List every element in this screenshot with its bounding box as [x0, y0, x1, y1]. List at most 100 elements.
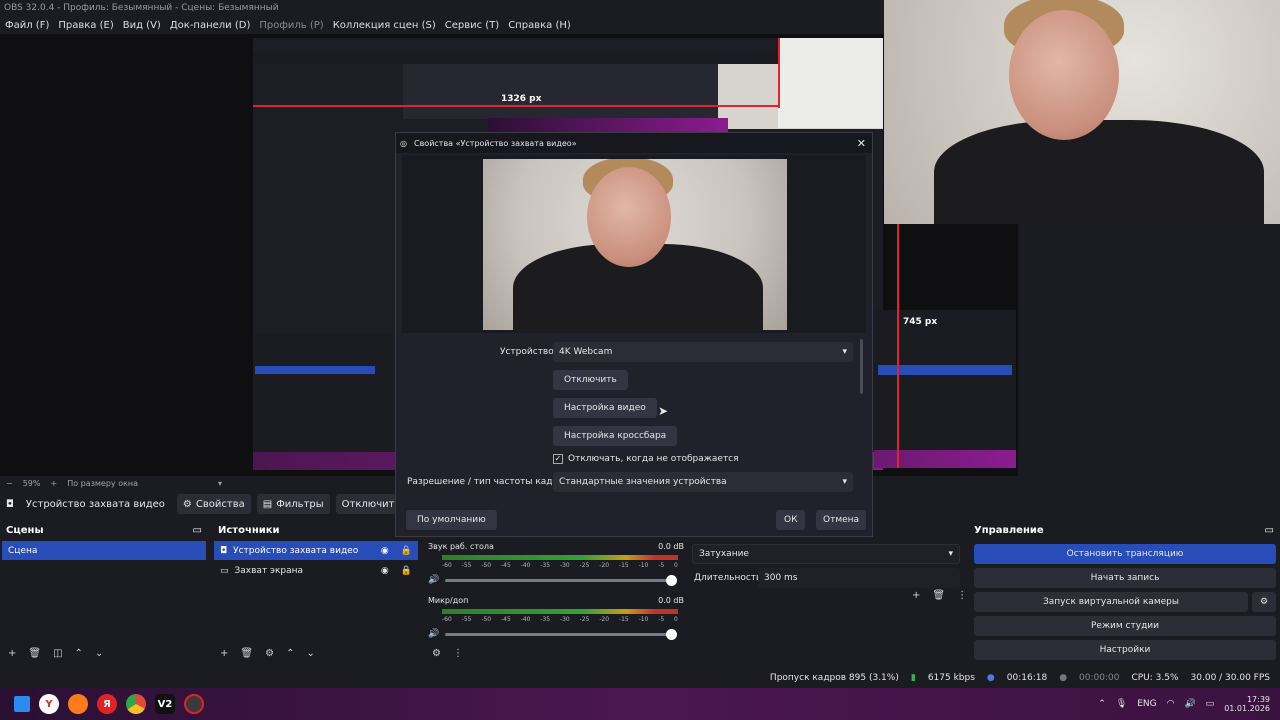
mic-icon[interactable]: 🎙 [1116, 699, 1127, 709]
windows-start-icon[interactable] [14, 696, 30, 712]
add-icon[interactable]: + [912, 590, 920, 601]
down-icon[interactable]: ⌄ [95, 648, 103, 659]
trash-icon[interactable]: 🗑 [240, 648, 253, 659]
menu-help[interactable]: Справка (H) [508, 20, 571, 31]
lock-icon[interactable]: 🔒 [401, 546, 412, 556]
deactivate-button[interactable]: Отключить [553, 370, 628, 390]
menu-profile[interactable]: Профиль (P) [259, 20, 323, 31]
start-record-button[interactable]: Начать запись [974, 568, 1276, 588]
chevron-down-icon[interactable]: ▾ [218, 479, 222, 488]
gear-icon[interactable]: ⚙ [432, 648, 441, 659]
controls-dock: Управление ▭ Остановить трансляцию Начать… [968, 522, 1280, 668]
more-icon[interactable]: ⋮ [453, 648, 463, 659]
yandex-icon[interactable]: Y [39, 694, 59, 714]
stop-stream-button[interactable]: Остановить трансляцию [974, 544, 1276, 564]
resolution-select[interactable]: Стандартные значения устройства ▾ [553, 472, 853, 492]
scene-item[interactable]: Сцена [2, 541, 206, 560]
signal-icon: ▮ [910, 673, 916, 683]
controls-title: Управление [974, 525, 1044, 536]
volume-meter [442, 609, 678, 614]
tick: -50 [481, 562, 492, 569]
volume-slider[interactable] [445, 628, 678, 640]
configure-crossbar-button[interactable]: Настройка кроссбара [553, 426, 678, 446]
source-item[interactable]: ◘ Устройство захвата видео ◉ 🔒 [214, 541, 418, 560]
battery-icon[interactable]: ▭ [1206, 699, 1215, 709]
virtual-cam-settings[interactable]: ⚙ [1252, 592, 1276, 612]
volume-meter [442, 555, 678, 560]
properties-button[interactable]: ⚙ Свойства [176, 494, 251, 514]
stream-icon: ● [986, 673, 995, 683]
speaker-icon[interactable]: 🔊 [428, 629, 439, 639]
transitions-footer: + 🗑 ⋮ [904, 590, 967, 601]
duration-input[interactable]: 300 ms [758, 568, 960, 588]
eye-icon[interactable]: ◉ [381, 566, 389, 576]
dock-menu-icon[interactable]: ▭ [1265, 525, 1274, 537]
volume-icon[interactable]: 🔊 [1184, 699, 1195, 709]
menu-tools[interactable]: Сервис (T) [445, 20, 499, 31]
down-icon[interactable]: ⌄ [306, 648, 314, 659]
chevron-up-icon[interactable]: ⌃ [1098, 699, 1106, 709]
ok-button[interactable]: ОК [776, 510, 806, 530]
menu-view[interactable]: Вид (V) [123, 20, 161, 31]
tick: -10 [638, 562, 649, 569]
gear-icon[interactable]: ⚙ [265, 648, 274, 659]
tick: -15 [618, 616, 629, 623]
defaults-button[interactable]: По умолчанию [406, 510, 497, 530]
close-icon[interactable]: ✕ [857, 137, 866, 150]
clock-date: 01.01.2026 [1224, 704, 1270, 713]
deactivate-hidden-row[interactable]: ✓ Отключать, когда не отображается [553, 454, 739, 464]
v2-app-icon[interactable]: V2 [155, 694, 175, 714]
studio-mode-button[interactable]: Режим студии [974, 616, 1276, 636]
slider-knob[interactable] [666, 574, 678, 586]
mixer-channel: Микр/доп 0.0 dB -60 -55 -50 -45 -40 -35 -30 -25-… [428, 596, 684, 640]
source-item[interactable]: ▭ Захват экрана ◉ 🔒 [214, 561, 418, 580]
menu-edit[interactable]: Правка (E) [58, 20, 113, 31]
filters-button[interactable]: ▤ Фильтры [256, 494, 330, 514]
up-icon[interactable]: ⌃ [75, 648, 83, 659]
menu-file[interactable]: Файл (F) [5, 20, 49, 31]
speaker-icon[interactable]: 🔊 [428, 575, 439, 585]
trash-icon[interactable]: 🗑 [28, 648, 41, 659]
slider-knob[interactable] [666, 628, 678, 640]
trash-icon[interactable]: 🗑 [932, 590, 945, 601]
virtual-cam-button[interactable]: Запуск виртуальной камеры [974, 592, 1248, 612]
obs-taskbar-icon[interactable] [184, 694, 204, 714]
zoom-minus[interactable]: − [6, 479, 13, 488]
scrollbar[interactable] [860, 339, 863, 394]
device-select[interactable]: 4K Webcam ▾ [553, 342, 853, 362]
clock[interactable]: 17:39 01.01.2026 [1224, 695, 1270, 713]
tick: -50 [481, 616, 492, 623]
add-icon[interactable]: + [8, 648, 16, 659]
eye-icon[interactable]: ◉ [381, 546, 389, 556]
dock-menu-icon[interactable]: ▭ [193, 525, 202, 537]
volume-slider[interactable] [445, 574, 678, 586]
tick: -60 [442, 562, 452, 569]
wifi-icon[interactable]: ◠ [1167, 699, 1175, 709]
configure-video-button[interactable]: Настройка видео [553, 398, 657, 418]
more-icon[interactable]: ⋮ [957, 590, 967, 601]
guide-line-v [778, 38, 780, 108]
zoom-plus[interactable]: + [50, 479, 57, 488]
source-label: Устройство захвата видео [233, 545, 359, 556]
menu-bar: Файл (F) Правка (E) Вид (V) Док-панели (… [0, 16, 884, 34]
menu-scene-collection[interactable]: Коллекция сцен (S) [333, 20, 436, 31]
gear-icon: ⚙ [1259, 597, 1269, 607]
filter-icon[interactable]: ◫ [53, 648, 62, 659]
settings-button[interactable]: Настройки [974, 640, 1276, 660]
cancel-button[interactable]: Отмена [816, 510, 867, 530]
yandex-browser-icon[interactable]: Я [97, 694, 117, 714]
chrome-icon[interactable] [126, 694, 146, 714]
lock-icon[interactable]: 🔒 [401, 566, 412, 576]
nested-controls [874, 310, 1016, 468]
menu-docks[interactable]: Док-панели (D) [170, 20, 251, 31]
language-indicator[interactable]: ENG [1137, 699, 1156, 709]
firefox-icon[interactable] [68, 694, 88, 714]
add-icon[interactable]: + [220, 648, 228, 659]
zoom-mode[interactable]: По размеру окна [67, 479, 138, 488]
up-icon[interactable]: ⌃ [286, 648, 294, 659]
checkbox-checked[interactable]: ✓ [553, 454, 563, 464]
transition-select[interactable]: Затухание ▾ [692, 544, 960, 564]
source-label: Захват экрана [234, 565, 304, 576]
mouse-cursor-icon: ➤ [658, 404, 669, 418]
preview-zoom-bar: − 59% + По размеру окна ▾ [0, 476, 395, 490]
